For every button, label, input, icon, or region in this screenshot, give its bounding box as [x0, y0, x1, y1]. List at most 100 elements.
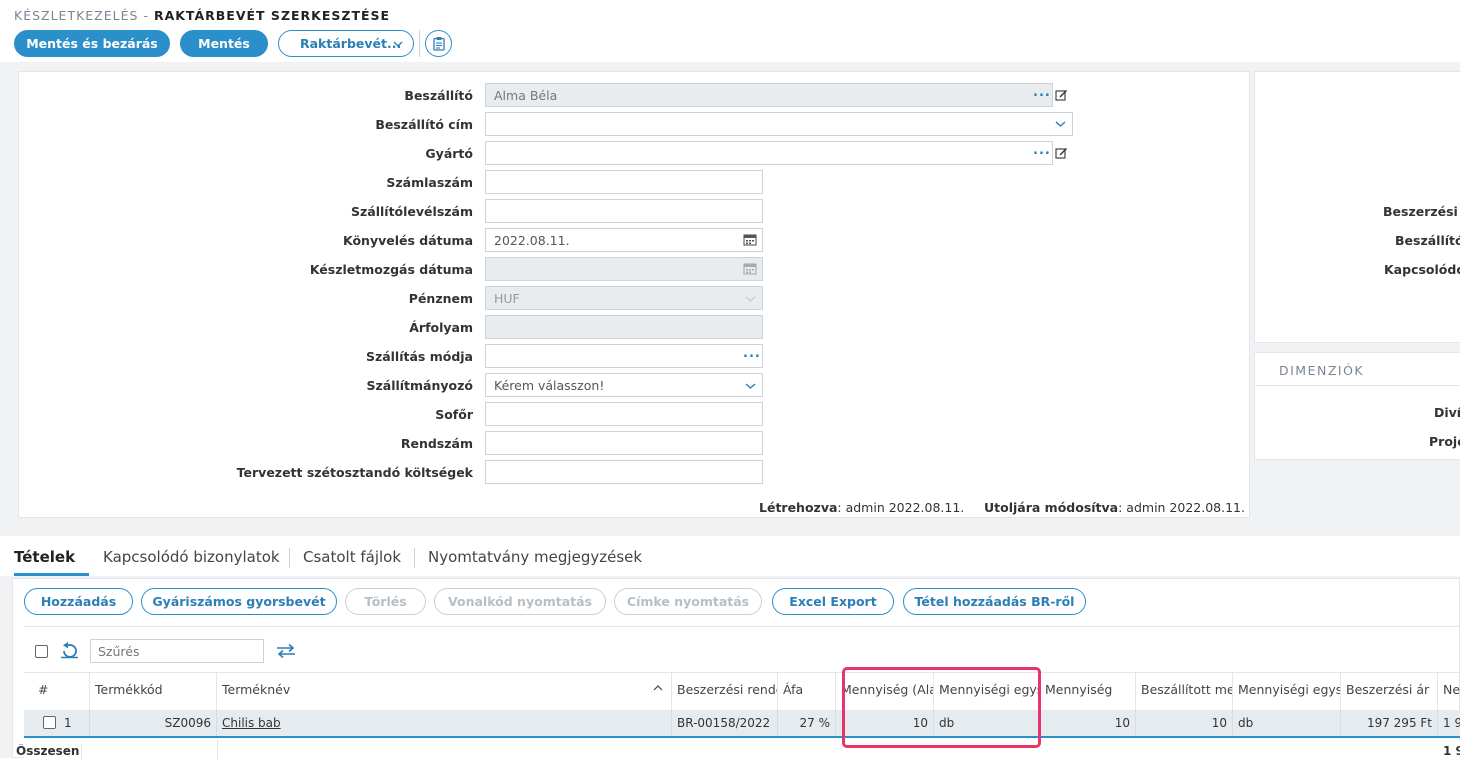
- excel-export-button[interactable]: Excel Export: [772, 588, 894, 615]
- manufacturer-more-icon[interactable]: ...: [1033, 143, 1051, 158]
- forwarder-label: Szállítmányozó: [366, 378, 473, 393]
- toolbar-divider: [419, 30, 420, 57]
- save-button[interactable]: Mentés: [180, 30, 268, 57]
- supplier-more-icon[interactable]: ...: [1033, 85, 1051, 100]
- select-all-checkbox[interactable]: [35, 645, 48, 658]
- page-title: RAKTÁRBEVÉT SZERKESZTÉSE: [153, 8, 391, 23]
- related-label: Kapcsolódó: [1384, 262, 1460, 277]
- row-checkbox[interactable]: [43, 716, 56, 729]
- toolbar-divider: [24, 626, 1460, 627]
- tab-print-notes[interactable]: Nyomtatvány megjegyzések: [428, 548, 642, 566]
- document-type-dropdown[interactable]: Raktárbevét...: [278, 30, 414, 57]
- currency-select: HUF: [485, 286, 763, 310]
- posting-date-field[interactable]: 2022.08.11.: [485, 228, 763, 252]
- dimensions-title: DIMENZIÓK: [1279, 363, 1365, 378]
- supplier-address-label: Beszállító cím: [375, 117, 473, 132]
- clipboard-icon: [432, 37, 445, 51]
- manufacturer-label: Gyártó: [425, 146, 473, 161]
- tab-items[interactable]: Tételek: [14, 548, 75, 566]
- tab-related-documents[interactable]: Kapcsolódó bizonylatok: [103, 548, 280, 566]
- driver-label: Sofőr: [435, 407, 473, 422]
- refresh-icon[interactable]: [60, 642, 79, 659]
- label-print-button[interactable]: Címke nyomtatás: [614, 588, 762, 615]
- column-header-net[interactable]: Ne: [1438, 672, 1460, 710]
- add-button[interactable]: Hozzáadás: [24, 588, 133, 615]
- serial-quick-receipt-button[interactable]: Gyáriszámos gyorsbevét: [141, 588, 337, 615]
- dimensions-divider: [1255, 385, 1460, 386]
- supplier-label: Beszállító: [404, 88, 473, 103]
- right-info-panel: Beszerzési re Beszállítói Kapcsolódó: [1254, 71, 1460, 343]
- supplier-field[interactable]: Alma Béla: [485, 83, 1053, 107]
- highlight-box: [842, 667, 1041, 748]
- clipboard-button[interactable]: [425, 30, 452, 57]
- column-header-product-code[interactable]: Termékkód: [90, 672, 217, 710]
- supplier-ref-label: Beszállítói: [1395, 233, 1460, 248]
- barcode-print-button[interactable]: Vonalkód nyomtatás: [434, 588, 606, 615]
- document-type-label: Raktárbevét...: [300, 36, 402, 51]
- stock-movement-date-field: [485, 257, 763, 281]
- project-label: Proje: [1429, 434, 1460, 449]
- column-header-vat[interactable]: Áfa: [778, 672, 836, 710]
- created-label: Létrehozva: [759, 500, 838, 515]
- chevron-down-icon: [1055, 121, 1066, 127]
- main-form-panel: Beszállító Alma Béla ... Beszállító cím …: [18, 71, 1250, 518]
- forwarder-select[interactable]: Kérem válasszon!: [485, 373, 763, 397]
- manufacturer-field[interactable]: [485, 141, 1053, 165]
- row-delivered-qty[interactable]: 10: [1136, 710, 1233, 736]
- chevron-down-icon: [745, 296, 756, 302]
- dimensions-panel: DIMENZIÓK Divíz Proje: [1254, 352, 1460, 460]
- shipping-method-more-icon[interactable]: ...: [743, 346, 761, 361]
- column-header-qty[interactable]: Mennyiség: [1040, 672, 1136, 710]
- delete-button[interactable]: Törlés: [345, 588, 426, 615]
- modified-info: Utoljára módosítva: admin 2022.08.11.: [984, 500, 1245, 515]
- calendar-icon: [743, 263, 757, 275]
- summary-row: Összesen 1 9: [16, 740, 1460, 760]
- manufacturer-edit-icon[interactable]: [1055, 146, 1068, 159]
- exchange-rate-label: Árfolyam: [409, 320, 473, 335]
- modified-label: Utoljára módosítva: [984, 500, 1119, 515]
- column-header-unit[interactable]: Mennyiségi egység: [1233, 672, 1341, 710]
- column-header-delivered-qty[interactable]: Beszállított mennyiség: [1136, 672, 1233, 710]
- created-info: Létrehozva: admin 2022.08.11.: [759, 500, 964, 515]
- invoice-number-field[interactable]: [485, 170, 763, 194]
- column-header-purchase-order[interactable]: Beszerzési rendelés: [672, 672, 778, 710]
- row-unit[interactable]: db: [1233, 710, 1341, 736]
- row-vat: 27 %: [778, 710, 836, 736]
- filter-input[interactable]: [90, 639, 264, 663]
- column-header-product-name[interactable]: Terméknév: [217, 672, 672, 710]
- table-row[interactable]: 1 SZ0096 Chilis bab BR-00158/2022 27 % 1…: [24, 710, 1460, 738]
- row-net: 1 9: [1443, 716, 1460, 730]
- row-purchase-price[interactable]: 197 295 Ft: [1341, 710, 1438, 736]
- product-name-header-label: Terméknév: [222, 682, 291, 697]
- breadcrumb-module[interactable]: KÉSZLETKEZELÉS: [14, 8, 138, 23]
- row-product-name-link[interactable]: Chilis bab: [217, 710, 672, 736]
- total-net: 1 9: [1443, 744, 1460, 758]
- tab-divider: [414, 548, 415, 568]
- save-and-close-button[interactable]: Mentés és bezárás: [14, 30, 170, 57]
- sort-asc-icon: [653, 685, 663, 691]
- row-qty[interactable]: 10: [1040, 710, 1136, 736]
- planned-costs-field[interactable]: [485, 460, 763, 484]
- tab-attached-files[interactable]: Csatolt fájlok: [303, 548, 401, 566]
- delivery-note-label: Szállítólevélszám: [351, 204, 473, 219]
- column-header-purchase-price[interactable]: Beszerzési ár: [1341, 672, 1438, 710]
- planned-costs-label: Tervezett szétosztandó költségek: [236, 465, 473, 480]
- stock-movement-date-label: Készletmozgás dátuma: [309, 262, 473, 277]
- tab-bar: Tételek Kapcsolódó bizonylatok Csatolt f…: [0, 536, 1460, 576]
- supplier-edit-icon[interactable]: [1055, 88, 1068, 101]
- exchange-rate-field: [485, 315, 763, 339]
- supplier-address-select[interactable]: [485, 112, 1073, 136]
- active-tab-indicator: [14, 573, 89, 576]
- swap-columns-icon[interactable]: [276, 643, 296, 659]
- driver-field[interactable]: [485, 402, 763, 426]
- calendar-icon[interactable]: [743, 233, 757, 246]
- breadcrumb-separator: -: [143, 8, 149, 23]
- row-product-code: SZ0096: [90, 710, 217, 736]
- license-plate-field[interactable]: [485, 431, 763, 455]
- page-header: KÉSZLETKEZELÉS - RAKTÁRBEVÉT SZERKESZTÉS…: [0, 0, 1460, 64]
- column-header-num[interactable]: #: [24, 672, 90, 710]
- delivery-note-field[interactable]: [485, 199, 763, 223]
- chevron-down-icon: [393, 41, 403, 47]
- shipping-method-field[interactable]: [485, 344, 763, 368]
- add-from-po-button[interactable]: Tétel hozzáadás BR-ről: [903, 588, 1086, 615]
